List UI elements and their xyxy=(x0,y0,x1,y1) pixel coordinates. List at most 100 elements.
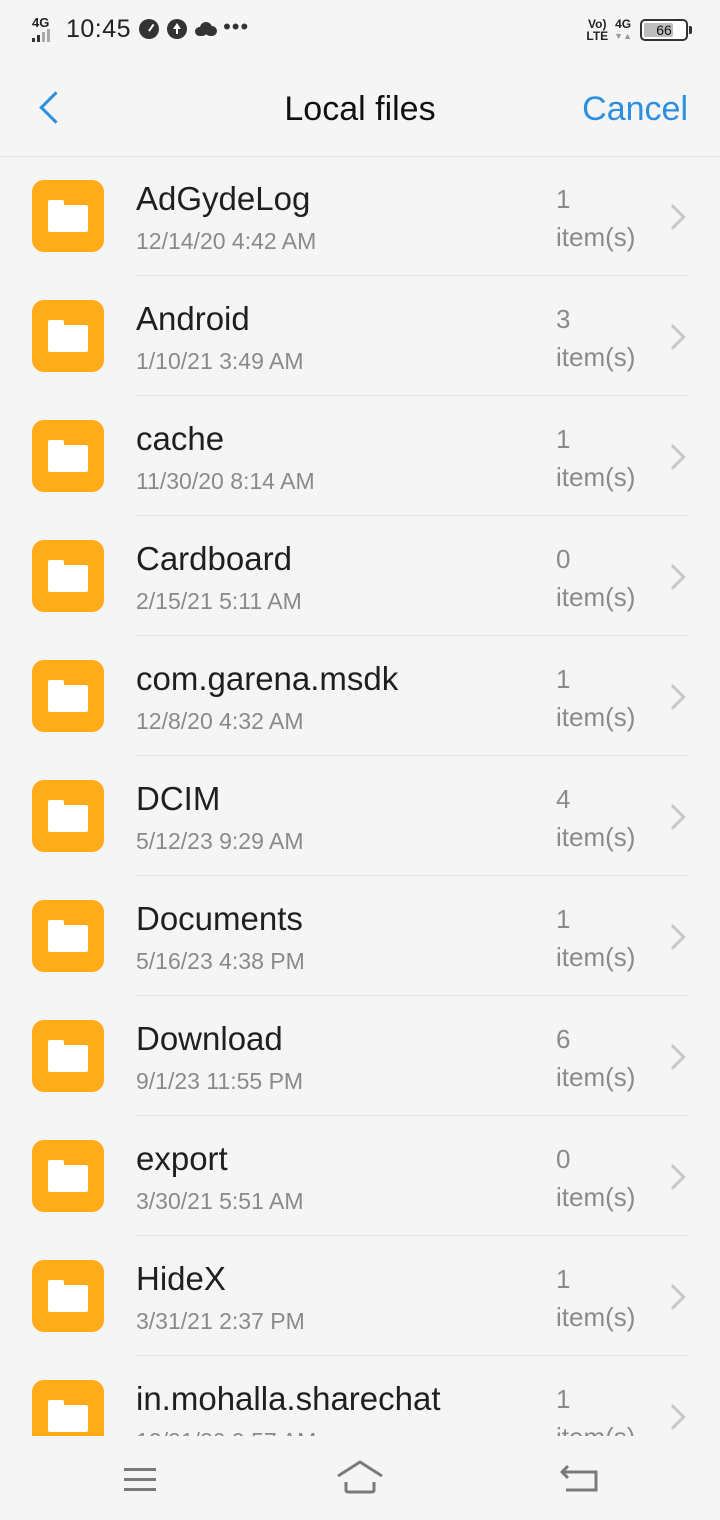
folder-name: cache xyxy=(136,420,225,457)
item-count-unit: item(s) xyxy=(556,342,636,372)
chevron-right-icon xyxy=(664,324,688,348)
chevron-right-icon xyxy=(664,444,688,468)
item-count: 1 item(s) xyxy=(556,1260,635,1336)
navigation-bar xyxy=(0,1436,720,1520)
folder-icon xyxy=(32,180,104,252)
folder-icon xyxy=(32,540,104,612)
folder-name: Documents xyxy=(136,900,303,937)
folder-date: 2/15/21 5:11 AM xyxy=(136,588,302,614)
item-count: 1 item(s) xyxy=(556,660,635,736)
status-bar: 4G 10:45 ••• Vo) LTE 4G ▼▲ 66 xyxy=(0,0,720,64)
item-count-unit: item(s) xyxy=(556,942,636,972)
folder-name: Android xyxy=(136,300,250,337)
network-type-right-label: 4G xyxy=(615,17,632,31)
chevron-right-icon xyxy=(664,804,688,828)
home-icon[interactable] xyxy=(334,1456,386,1500)
folder-name: AdGydeLog xyxy=(136,180,311,217)
item-count-unit: item(s) xyxy=(556,702,636,732)
folder-name: com.garena.msdk xyxy=(136,660,399,697)
folder-date: 9/1/23 11:55 PM xyxy=(136,1068,304,1094)
cloud-icon xyxy=(195,22,218,36)
chevron-right-icon xyxy=(664,1404,688,1428)
file-row[interactable]: in.mohalla.sharechat 12/21/20 9:57 AM 1 ite… xyxy=(0,1356,720,1436)
network-type-left: 4G xyxy=(32,15,50,30)
volte-bottom: LTE xyxy=(586,29,609,43)
menu-icon[interactable] xyxy=(120,1464,160,1494)
chevron-right-icon xyxy=(664,204,688,228)
item-count-unit: item(s) xyxy=(556,582,636,612)
folder-date: 3/31/21 2:37 PM xyxy=(136,1308,305,1334)
folder-date: 12/21/20 9:57 AM xyxy=(136,1428,316,1436)
item-count: 1 item(s) xyxy=(556,180,635,256)
item-count-number: 4 xyxy=(556,784,571,814)
file-row[interactable]: AdGydeLog 12/14/20 4:42 AM 1 item(s) xyxy=(0,156,720,276)
item-count-unit: item(s) xyxy=(556,222,636,252)
item-count-number: 0 xyxy=(556,1144,571,1174)
folder-name: Download xyxy=(136,1020,283,1057)
item-count-unit: item(s) xyxy=(556,462,636,492)
folder-date: 3/30/21 5:51 AM xyxy=(136,1188,304,1214)
item-count-number: 3 xyxy=(556,304,571,334)
item-count-number: 1 xyxy=(556,1384,571,1414)
folder-icon xyxy=(32,1140,104,1212)
item-count: 3 item(s) xyxy=(556,300,635,376)
item-count-unit: item(s) xyxy=(556,1302,636,1332)
item-count-number: 6 xyxy=(556,1024,571,1054)
chevron-right-icon xyxy=(664,1164,688,1188)
signal-icon: 4G xyxy=(30,14,60,44)
header-bar: Local files Cancel xyxy=(0,64,720,157)
file-row[interactable]: cache 11/30/20 8:14 AM 1 item(s) xyxy=(0,396,720,516)
item-count: 0 item(s) xyxy=(556,1140,635,1216)
clock: 10:45 xyxy=(66,14,132,43)
file-row[interactable]: HideX 3/31/21 2:37 PM 1 item(s) xyxy=(0,1236,720,1356)
folder-name: export xyxy=(136,1140,228,1177)
folder-date: 12/14/20 4:42 AM xyxy=(136,228,317,254)
folder-icon xyxy=(32,1260,104,1332)
folder-date: 11/30/20 8:14 AM xyxy=(136,468,315,494)
file-row[interactable]: Download 9/1/23 11:55 PM 6 item(s) xyxy=(0,996,720,1116)
item-count-number: 1 xyxy=(556,1264,571,1294)
battery-level: 66 xyxy=(656,22,672,38)
folder-name: DCIM xyxy=(136,780,221,817)
item-count-unit: item(s) xyxy=(556,1062,636,1092)
item-count-number: 1 xyxy=(556,904,571,934)
chevron-right-icon xyxy=(664,684,688,708)
item-count: 1 item(s) xyxy=(556,1380,635,1436)
item-count-number: 0 xyxy=(556,544,571,574)
folder-icon xyxy=(32,900,104,972)
file-row[interactable]: Documents 5/16/23 4:38 PM 1 item(s) xyxy=(0,876,720,996)
file-row[interactable]: Android 1/10/21 3:49 AM 3 item(s) xyxy=(0,276,720,396)
item-count: 1 item(s) xyxy=(556,420,635,496)
speedometer-icon xyxy=(139,19,160,39)
folder-date: 1/10/21 3:49 AM xyxy=(136,348,304,374)
item-count-number: 1 xyxy=(556,424,571,454)
network-type-right: 4G ▼▲ xyxy=(614,17,632,41)
folder-date: 5/16/23 4:38 PM xyxy=(136,948,305,974)
folder-icon xyxy=(32,1380,104,1436)
item-count-unit: item(s) xyxy=(556,1182,636,1212)
folder-icon xyxy=(32,780,104,852)
file-list[interactable]: AdGydeLog 12/14/20 4:42 AM 1 item(s) Android… xyxy=(0,156,720,1436)
file-row[interactable]: DCIM 5/12/23 9:29 AM 4 item(s) xyxy=(0,756,720,876)
back-icon[interactable] xyxy=(556,1460,604,1498)
item-count-number: 1 xyxy=(556,664,571,694)
file-row[interactable]: Cardboard 2/15/21 5:11 AM 0 item(s) xyxy=(0,516,720,636)
chevron-right-icon xyxy=(664,1284,688,1308)
folder-name: Cardboard xyxy=(136,540,292,577)
chevron-right-icon xyxy=(664,924,688,948)
chevron-right-icon xyxy=(664,1044,688,1068)
file-row[interactable]: export 3/30/21 5:51 AM 0 item(s) xyxy=(0,1116,720,1236)
folder-name: HideX xyxy=(136,1260,226,1297)
chevron-right-icon xyxy=(664,564,688,588)
item-count-number: 1 xyxy=(556,184,571,214)
item-count: 0 item(s) xyxy=(556,540,635,616)
cancel-button[interactable]: Cancel xyxy=(582,90,688,129)
item-count-unit: item(s) xyxy=(556,822,636,852)
folder-icon xyxy=(32,1020,104,1092)
folder-icon xyxy=(32,300,104,372)
file-row[interactable]: com.garena.msdk 12/8/20 4:32 AM 1 item(s) xyxy=(0,636,720,756)
item-count-unit: item(s) xyxy=(556,1418,635,1436)
battery-icon: 66 xyxy=(640,19,692,41)
folder-name: in.mohalla.sharechat xyxy=(136,1380,441,1417)
folder-icon xyxy=(32,660,104,732)
